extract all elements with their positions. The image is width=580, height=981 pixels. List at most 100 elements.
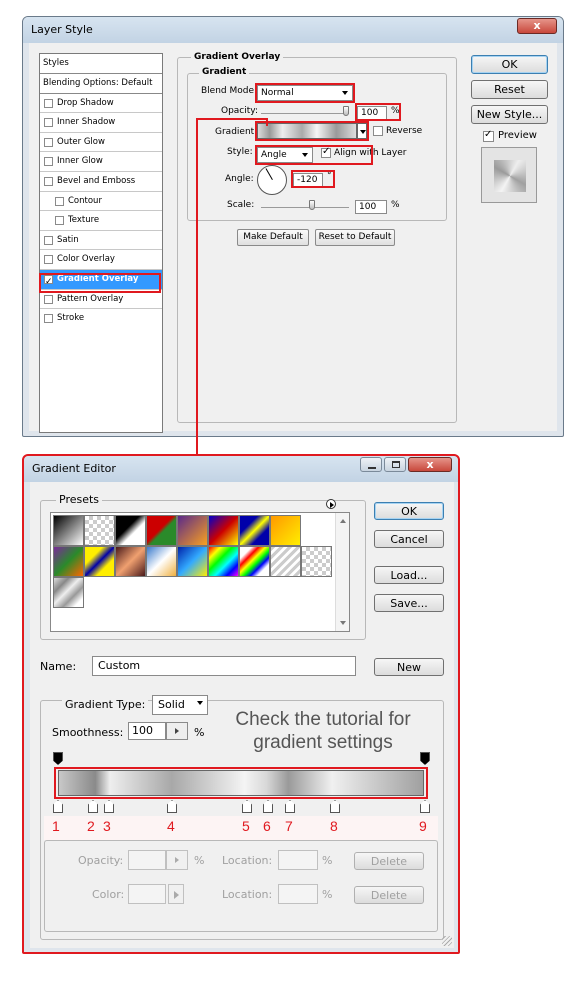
preset-swatch[interactable] [177,546,208,577]
maximize-button[interactable] [384,457,406,472]
outer-glow-checkbox[interactable] [44,137,53,147]
presets-label: Presets [56,493,103,506]
color-overlay-item[interactable]: Color Overlay [40,250,162,270]
presets-menu-icon[interactable] [326,499,336,509]
preview-label: Preview [498,130,537,141]
name-input[interactable]: Custom [92,656,356,676]
scale-slider-thumb[interactable] [309,200,315,210]
preset-swatch[interactable] [53,515,84,546]
preset-swatch[interactable] [115,515,146,546]
close-button[interactable]: x [517,18,557,34]
delete-opacity-stop-button[interactable]: Delete [354,852,424,870]
satin-checkbox[interactable] [44,235,53,245]
texture-checkbox[interactable] [55,216,64,226]
chevron-right-icon [174,891,179,899]
preset-swatch[interactable] [146,546,177,577]
new-style-button[interactable]: New Style... [471,105,548,124]
texture-item[interactable]: Texture [40,211,162,231]
bevel-emboss-checkbox[interactable] [44,177,53,186]
color-overlay-checkbox[interactable] [44,255,53,265]
inner-glow-checkbox[interactable] [44,157,53,167]
preset-swatch[interactable] [270,546,301,577]
delete-color-stop-button[interactable]: Delete [354,886,424,904]
gradient-editor-client: Presets OK Cancel Load... Save... Name: … [30,482,454,948]
opacity-location-percent: % [322,854,333,867]
editor-cancel-button[interactable]: Cancel [374,530,444,548]
gradient-highlight [255,121,369,141]
gradient-editor-window: Gradient Editor x Presets OK Cancel Load… [22,454,460,954]
angle-dial[interactable] [257,165,287,195]
stop-number-2: 2 [87,818,95,834]
presets-scrollbar[interactable] [335,513,349,631]
color-location-input[interactable] [278,884,318,904]
resize-grip-icon[interactable] [442,936,452,946]
preview-checkbox[interactable] [483,129,494,142]
preset-swatch[interactable] [239,515,270,546]
preset-swatch[interactable] [239,546,270,577]
preset-swatch[interactable] [115,546,146,577]
opacity-slider[interactable] [261,113,349,114]
contour-item[interactable]: Contour [40,192,162,212]
stroke-checkbox[interactable] [44,314,53,324]
satin-item[interactable]: Satin [40,231,162,251]
save-button[interactable]: Save... [374,594,444,612]
scroll-up-icon[interactable] [340,519,346,523]
stop-opacity-input[interactable] [128,850,166,870]
stroke-item[interactable]: Stroke [40,309,162,329]
stop-number-8: 8 [330,818,338,834]
pattern-overlay-checkbox[interactable] [44,294,53,304]
drop-shadow-checkbox[interactable] [44,98,53,108]
smoothness-input[interactable]: 100 [128,722,166,740]
preset-swatch[interactable] [84,546,115,577]
smoothness-stepper[interactable] [166,722,188,740]
connector-vertical-top [266,118,268,126]
outer-glow-item[interactable]: Outer Glow [40,133,162,153]
stop-number-6: 6 [263,818,271,834]
inner-shadow-checkbox[interactable] [44,118,53,128]
preset-swatch[interactable] [301,546,332,577]
styles-header[interactable]: Styles [40,54,162,74]
layer-style-window: Layer Style x Styles Blending Options: D… [22,16,564,437]
blending-options-item[interactable]: Blending Options: Default [40,74,162,94]
preset-swatch[interactable] [177,515,208,546]
scale-input[interactable]: 100 [355,200,387,214]
name-label: Name: [40,660,77,673]
stop-number-3: 3 [103,818,111,834]
editor-close-button[interactable]: x [408,457,452,472]
stop-color-swatch[interactable] [128,884,166,904]
reset-to-default-button[interactable]: Reset to Default [315,229,395,246]
scale-slider[interactable] [261,207,349,208]
opacity-slider-thumb[interactable] [343,106,349,116]
preset-swatch[interactable] [84,515,115,546]
reset-button[interactable]: Reset [471,80,548,99]
make-default-button[interactable]: Make Default [237,229,309,246]
gradient-editor-titlebar[interactable]: Gradient Editor x [24,456,458,482]
stop-number-9: 9 [419,818,427,834]
scroll-down-icon[interactable] [340,621,346,625]
reverse-checkbox[interactable] [373,126,383,136]
inner-glow-item[interactable]: Inner Glow [40,152,162,172]
bevel-emboss-item[interactable]: Bevel and Emboss [40,172,162,192]
stop-opacity-stepper[interactable] [166,850,188,870]
preset-swatch[interactable] [208,515,239,546]
scale-percent: % [391,200,400,210]
inner-shadow-item[interactable]: Inner Shadow [40,113,162,133]
drop-shadow-item[interactable]: Drop Shadow [40,94,162,114]
preset-swatch[interactable] [270,515,301,546]
opacity-location-label: Location: [222,854,273,867]
preset-swatch[interactable] [53,546,84,577]
editor-ok-button[interactable]: OK [374,502,444,520]
opacity-location-input[interactable] [278,850,318,870]
new-button[interactable]: New [374,658,444,676]
preset-swatch[interactable] [208,546,239,577]
stop-color-picker-button[interactable] [168,884,184,904]
load-button[interactable]: Load... [374,566,444,584]
contour-checkbox[interactable] [55,196,64,206]
ok-button[interactable]: OK [471,55,548,74]
gradient-type-dropdown[interactable]: Solid [152,695,208,715]
minimize-button[interactable] [360,457,382,472]
preset-swatch[interactable] [146,515,177,546]
layer-style-titlebar[interactable]: Layer Style x [23,17,563,43]
smoothness-label: Smoothness: [52,726,124,739]
preset-swatch[interactable] [53,577,84,608]
